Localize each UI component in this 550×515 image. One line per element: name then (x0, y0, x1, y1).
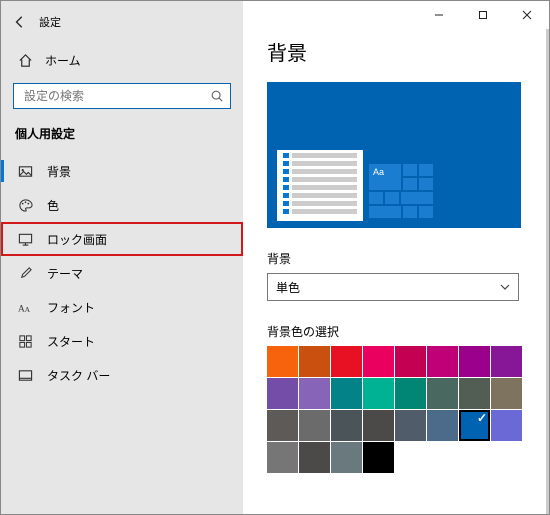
color-swatch[interactable] (267, 442, 298, 473)
color-swatch[interactable] (363, 442, 394, 473)
window-controls (417, 1, 549, 29)
sidebar-item-label: スタート (47, 333, 95, 350)
color-swatch[interactable] (363, 410, 394, 441)
color-swatch[interactable] (459, 410, 490, 441)
color-section-label: 背景色の選択 (267, 323, 531, 340)
sidebar-section-title: 個人用設定 (1, 109, 243, 148)
color-swatch[interactable] (299, 378, 330, 409)
sidebar-item-color[interactable]: 色 (1, 188, 243, 222)
scrollbar[interactable] (546, 29, 549, 514)
sidebar-item-font[interactable]: AA フォント (1, 290, 243, 324)
brush-icon (15, 266, 35, 281)
preview-taskbar (267, 221, 521, 228)
window-title: 設定 (39, 14, 61, 30)
start-icon (15, 334, 35, 349)
preview-start-menu: Aa (369, 164, 439, 228)
background-type-label: 背景 (267, 250, 531, 267)
search-box[interactable] (13, 83, 231, 109)
sidebar-item-label: ロック画面 (47, 231, 107, 248)
titlebar-left: 設定 (1, 11, 243, 33)
sidebar-item-label: フォント (47, 299, 95, 316)
color-swatch[interactable] (427, 410, 458, 441)
color-swatch[interactable] (299, 346, 330, 377)
color-swatch[interactable] (395, 378, 426, 409)
sidebar-item-start[interactable]: スタート (1, 324, 243, 358)
sidebar: 設定 ホーム 個人用設定 背景色ロック画面テーマ AA フォントスタートタスク バー (1, 1, 243, 514)
color-swatch[interactable] (299, 442, 330, 473)
color-swatch[interactable] (299, 410, 330, 441)
search-icon (210, 89, 224, 103)
color-swatch[interactable] (331, 410, 362, 441)
color-swatch[interactable] (491, 346, 522, 377)
color-swatch[interactable] (267, 410, 298, 441)
color-swatch[interactable] (427, 378, 458, 409)
sidebar-item-background[interactable]: 背景 (1, 154, 243, 188)
preview-aa: Aa (373, 167, 384, 177)
sidebar-item-label: タスク バー (47, 367, 110, 384)
sidebar-item-taskbar[interactable]: タスク バー (1, 358, 243, 392)
svg-text:A: A (24, 305, 30, 314)
home-icon (15, 53, 35, 68)
color-swatch[interactable] (331, 346, 362, 377)
page-title: 背景 (267, 37, 531, 66)
sidebar-item-label: 色 (47, 197, 59, 214)
color-swatch[interactable] (395, 346, 426, 377)
maximize-button[interactable] (461, 1, 505, 29)
color-swatch[interactable] (459, 378, 490, 409)
back-button[interactable] (13, 15, 31, 29)
sidebar-item-lockscreen[interactable]: ロック画面 (1, 222, 243, 256)
dropdown-value: 単色 (276, 279, 300, 296)
font-icon: AA (15, 300, 35, 315)
color-swatch[interactable] (491, 410, 522, 441)
minimize-button[interactable] (417, 1, 461, 29)
chevron-down-icon (500, 282, 510, 292)
preview-app-window (277, 150, 363, 228)
color-swatch[interactable] (267, 346, 298, 377)
sidebar-item-label: 背景 (47, 163, 71, 180)
color-swatch[interactable] (491, 378, 522, 409)
color-swatch[interactable] (331, 378, 362, 409)
sidebar-home[interactable]: ホーム (1, 45, 243, 75)
content: 背景 Aa (243, 9, 549, 514)
background-type-dropdown[interactable]: 単色 (267, 273, 519, 301)
sidebar-nav: 背景色ロック画面テーマ AA フォントスタートタスク バー (1, 154, 243, 392)
close-button[interactable] (505, 1, 549, 29)
settings-window: 設定 ホーム 個人用設定 背景色ロック画面テーマAAフォントスタートタスク バー (0, 0, 550, 515)
search-input[interactable] (22, 88, 210, 104)
color-swatch[interactable] (331, 442, 362, 473)
color-swatch[interactable] (427, 346, 458, 377)
palette-icon (15, 198, 35, 213)
color-swatch[interactable] (395, 410, 426, 441)
color-swatch[interactable] (267, 378, 298, 409)
color-swatch[interactable] (363, 346, 394, 377)
color-swatch-grid (267, 346, 523, 473)
image-icon (15, 164, 35, 179)
color-swatch[interactable] (363, 378, 394, 409)
background-preview: Aa (267, 82, 521, 228)
main-panel: 背景 Aa (243, 1, 549, 514)
taskbar-icon (15, 368, 35, 383)
color-swatch[interactable] (459, 346, 490, 377)
sidebar-item-theme[interactable]: テーマ (1, 256, 243, 290)
monitor-icon (15, 232, 35, 247)
sidebar-item-label: テーマ (47, 265, 83, 282)
home-label: ホーム (45, 52, 81, 69)
